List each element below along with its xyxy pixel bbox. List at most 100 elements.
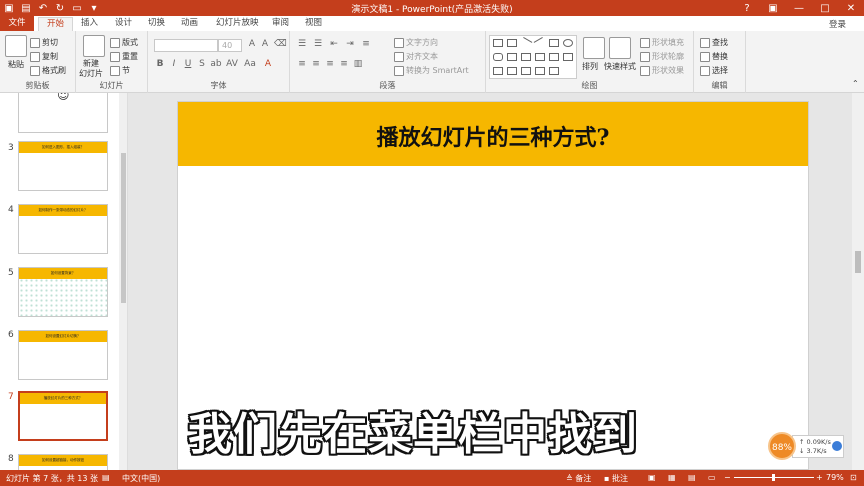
slide-sorter-icon[interactable]: ▦ xyxy=(668,473,676,482)
tab-transitions[interactable]: 切换 xyxy=(148,17,165,31)
notes-button[interactable]: ≜ 备注 xyxy=(566,473,591,484)
tab-design[interactable]: 设计 xyxy=(115,17,132,31)
minimize-icon[interactable]: — xyxy=(786,0,812,16)
tab-insert[interactable]: 插入 xyxy=(81,17,98,31)
close-icon[interactable]: ✕ xyxy=(838,0,864,16)
language-status[interactable]: 中文(中国) xyxy=(122,473,160,484)
slide-thumbnail[interactable]: ☺ xyxy=(18,93,108,133)
layout-button[interactable]: 版式 xyxy=(110,37,138,48)
font-size-combo[interactable]: 40 xyxy=(218,39,242,52)
clear-formatting-icon[interactable]: ⌫ xyxy=(274,39,287,49)
accelerate-icon[interactable] xyxy=(832,441,842,451)
login-link[interactable]: 登录 xyxy=(829,18,846,30)
font-color-icon[interactable]: A xyxy=(262,59,274,69)
quick-styles-icon[interactable] xyxy=(609,37,631,59)
scrollbar-thumb[interactable] xyxy=(855,251,861,273)
tab-home[interactable]: 开始 xyxy=(38,17,74,31)
format-painter-button[interactable]: 格式刷 xyxy=(30,65,66,76)
arrange-button[interactable]: 排列 xyxy=(582,61,598,72)
slide-thumbnail[interactable]: 如何进入图形，插入组装？ xyxy=(18,141,108,191)
cut-button[interactable]: 剪切 xyxy=(30,37,58,48)
text-direction-button[interactable]: 文字方向 xyxy=(394,37,438,48)
shape-curve[interactable] xyxy=(493,67,503,75)
shape-oval[interactable] xyxy=(563,39,573,47)
align-center-icon[interactable]: ≡ xyxy=(310,59,322,69)
increase-indent-icon[interactable]: ⇥ xyxy=(344,39,356,49)
shape-down-arrow[interactable] xyxy=(563,53,573,61)
spellcheck-icon[interactable]: ▤ xyxy=(102,473,110,482)
shape-brace-right[interactable] xyxy=(535,67,545,75)
shape-textbox[interactable] xyxy=(493,39,503,47)
shape-elbow[interactable] xyxy=(521,53,531,61)
slide-scrollbar[interactable] xyxy=(852,93,864,470)
underline-icon[interactable]: U xyxy=(182,59,194,69)
tab-file[interactable]: 文件 xyxy=(0,16,34,31)
convert-smartart-button[interactable]: 转换为 SmartArt xyxy=(394,65,469,76)
shadow-icon[interactable]: S xyxy=(196,59,208,69)
section-button[interactable]: 节 xyxy=(110,65,130,76)
fit-slide-icon[interactable]: ⊡ xyxy=(850,473,857,482)
grow-font-icon[interactable]: A xyxy=(246,39,258,49)
align-left-icon[interactable]: ≡ xyxy=(296,59,308,69)
replace-button[interactable]: 替换 xyxy=(700,51,728,62)
maximize-icon[interactable]: □ xyxy=(812,0,838,16)
shape-line[interactable] xyxy=(519,37,533,49)
copy-button[interactable]: 复制 xyxy=(30,51,58,62)
slide-thumbnail-selected[interactable]: 播放幻灯片的三种方式？ xyxy=(18,391,108,441)
shape-star[interactable] xyxy=(549,67,559,75)
shape-outline-button[interactable]: 形状轮廓 xyxy=(640,51,684,62)
tab-view[interactable]: 视图 xyxy=(305,17,322,31)
shape-brace-left[interactable] xyxy=(521,67,531,75)
new-slide-icon[interactable] xyxy=(83,35,105,57)
shape-rectangle[interactable] xyxy=(549,39,559,47)
shape-right-arrow[interactable] xyxy=(549,53,559,61)
paste-icon[interactable] xyxy=(5,35,27,57)
zoom-slider-knob[interactable] xyxy=(772,474,775,481)
shrink-font-icon[interactable]: A xyxy=(259,39,271,49)
bold-icon[interactable]: B xyxy=(154,59,166,69)
shape-elbow-arrow[interactable] xyxy=(535,53,545,61)
shape-textbox-vertical[interactable] xyxy=(507,39,517,47)
align-text-button[interactable]: 对齐文本 xyxy=(394,51,438,62)
scrollbar-thumb[interactable] xyxy=(121,153,126,303)
columns-icon[interactable]: ▥ xyxy=(352,59,364,69)
align-right-icon[interactable]: ≡ xyxy=(324,59,336,69)
slide-thumbnail[interactable]: 如何设置背景？ xyxy=(18,267,108,317)
slideshow-view-icon[interactable]: ▭ xyxy=(708,473,716,482)
shapes-gallery[interactable] xyxy=(489,35,577,79)
bullets-icon[interactable]: ☰ xyxy=(296,39,308,49)
help-icon[interactable]: ? xyxy=(734,0,760,16)
arrange-icon[interactable] xyxy=(583,37,605,59)
zoom-in-icon[interactable]: + xyxy=(816,473,823,482)
reading-view-icon[interactable]: ▤ xyxy=(688,473,696,482)
justify-icon[interactable]: ≡ xyxy=(338,59,350,69)
shape-effects-button[interactable]: 形状效果 xyxy=(640,65,684,76)
find-button[interactable]: 查找 xyxy=(700,37,728,48)
collapse-ribbon-icon[interactable]: ⌃ xyxy=(852,79,859,88)
comments-button[interactable]: ▪ 批注 xyxy=(604,473,628,484)
zoom-out-icon[interactable]: − xyxy=(724,473,731,482)
quick-styles-button[interactable]: 快速样式 xyxy=(604,61,636,72)
thumbnails-scrollbar[interactable] xyxy=(119,93,127,470)
italic-icon[interactable]: I xyxy=(168,59,180,69)
decrease-indent-icon[interactable]: ⇤ xyxy=(328,39,340,49)
normal-view-icon[interactable]: ▣ xyxy=(648,473,656,482)
paste-button[interactable]: 粘贴 xyxy=(8,59,24,70)
character-spacing-icon[interactable]: AV xyxy=(226,59,238,69)
numbering-icon[interactable]: ☰ xyxy=(312,39,324,49)
select-button[interactable]: 选择 xyxy=(700,65,728,76)
slide-thumbnail[interactable]: 如何设置超链接，动作按钮 xyxy=(18,454,108,470)
shape-rounded-rect[interactable] xyxy=(493,53,503,61)
strikethrough-icon[interactable]: ab xyxy=(210,59,222,69)
change-case-icon[interactable]: Aa xyxy=(244,59,256,69)
reset-button[interactable]: 重置 xyxy=(110,51,138,62)
slide-title[interactable]: 播放幻灯片的三种方式? xyxy=(178,120,808,152)
line-spacing-icon[interactable]: ≡ xyxy=(360,39,372,49)
slide-thumbnail[interactable]: 如何设置幻灯片切换？ xyxy=(18,330,108,380)
zoom-slider[interactable] xyxy=(734,474,814,481)
tab-animations[interactable]: 动画 xyxy=(181,17,198,31)
shape-triangle[interactable] xyxy=(507,53,517,61)
slide-thumbnail[interactable]: 如何制作一张带动态的幻灯片？ xyxy=(18,204,108,254)
tab-slideshow[interactable]: 幻灯片放映 xyxy=(216,17,259,31)
shape-arrow[interactable] xyxy=(533,37,547,49)
